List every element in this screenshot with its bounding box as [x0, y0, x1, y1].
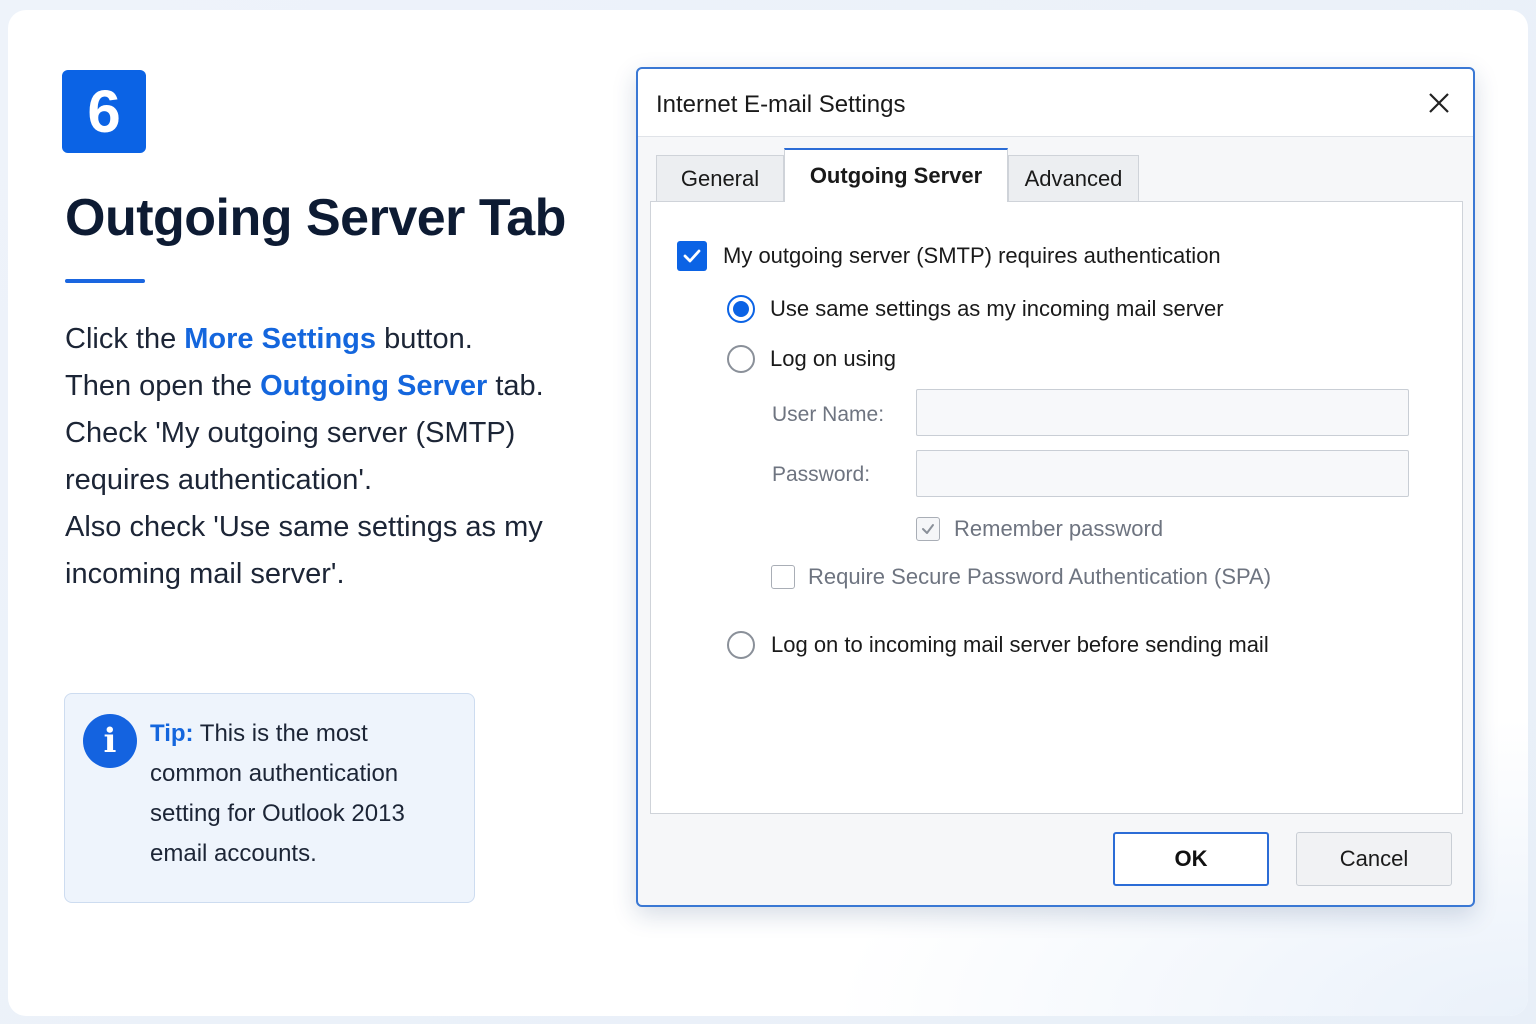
instruction-line-2: Then open the Outgoing Server tab. — [65, 370, 544, 402]
dialog-titlebar: Internet E-mail Settings — [638, 69, 1473, 137]
password-label: Password: — [772, 463, 871, 486]
spa-row[interactable]: Require Secure Password Authentication (… — [771, 564, 1271, 590]
internet-email-settings-dialog: Internet E-mail Settings General Outgoin… — [636, 67, 1475, 907]
radio-same-settings[interactable] — [727, 295, 755, 323]
cancel-button[interactable]: Cancel — [1296, 832, 1452, 886]
radio-log-on-using-label: Log on using — [770, 346, 896, 371]
remember-password-row[interactable]: Remember password — [916, 516, 1163, 542]
radio-log-on-using[interactable] — [727, 345, 755, 373]
radio-same-settings-row[interactable]: Use same settings as my incoming mail se… — [727, 295, 1224, 323]
smtp-auth-label: My outgoing server (SMTP) requires authe… — [723, 243, 1221, 268]
radio-log-on-using-row[interactable]: Log on using — [727, 345, 896, 373]
remember-password-label: Remember password — [954, 516, 1164, 541]
instruction-line-1: Click the More Settings button. — [65, 323, 473, 355]
checkmark-icon — [922, 524, 934, 534]
checkmark-icon — [683, 249, 701, 263]
password-input[interactable] — [916, 450, 1409, 497]
tab-advanced[interactable]: Advanced — [1008, 155, 1139, 201]
user-name-label: User Name: — [772, 403, 885, 426]
remember-password-checkbox[interactable] — [916, 517, 940, 541]
title-underline — [65, 279, 145, 283]
radio-log-on-before-label: Log on to incoming mail server before se… — [771, 632, 1269, 657]
spa-checkbox[interactable] — [771, 565, 795, 589]
ok-button[interactable]: OK — [1113, 832, 1269, 886]
radio-same-settings-label: Use same settings as my incoming mail se… — [770, 296, 1224, 321]
instructions-text: Click the More Settings button. Then ope… — [65, 316, 585, 598]
smtp-auth-checkbox[interactable] — [677, 241, 707, 271]
user-name-input[interactable] — [916, 389, 1409, 436]
tip-text: Tip: This is the most common authenticat… — [150, 720, 405, 867]
outgoing-server-panel: My outgoing server (SMTP) requires authe… — [650, 201, 1463, 814]
close-icon — [1429, 93, 1449, 113]
info-icon: i — [83, 714, 137, 768]
instruction-line-3: Check 'My outgoing server (SMTP) require… — [65, 417, 516, 496]
tip-label: Tip: — [150, 720, 194, 747]
close-button[interactable] — [1419, 83, 1459, 123]
instruction-line-4: Also check 'Use same settings as my inco… — [65, 511, 543, 590]
step-number-badge: 6 — [62, 70, 146, 153]
tip-box: i Tip: This is the most common authentic… — [64, 693, 475, 903]
spa-label: Require Secure Password Authentication (… — [808, 564, 1272, 589]
radio-log-on-before-row[interactable]: Log on to incoming mail server before se… — [727, 631, 1269, 659]
outgoing-server-highlight: Outgoing Server — [260, 370, 488, 402]
tab-outgoing-server[interactable]: Outgoing Server — [784, 148, 1008, 202]
smtp-auth-row[interactable]: My outgoing server (SMTP) requires authe… — [677, 241, 1221, 271]
radio-log-on-before-sending[interactable] — [727, 631, 755, 659]
tab-general[interactable]: General — [656, 155, 784, 201]
page-title: Outgoing Server Tab — [65, 189, 566, 247]
dialog-title: Internet E-mail Settings — [656, 91, 906, 118]
more-settings-highlight: More Settings — [184, 323, 377, 355]
